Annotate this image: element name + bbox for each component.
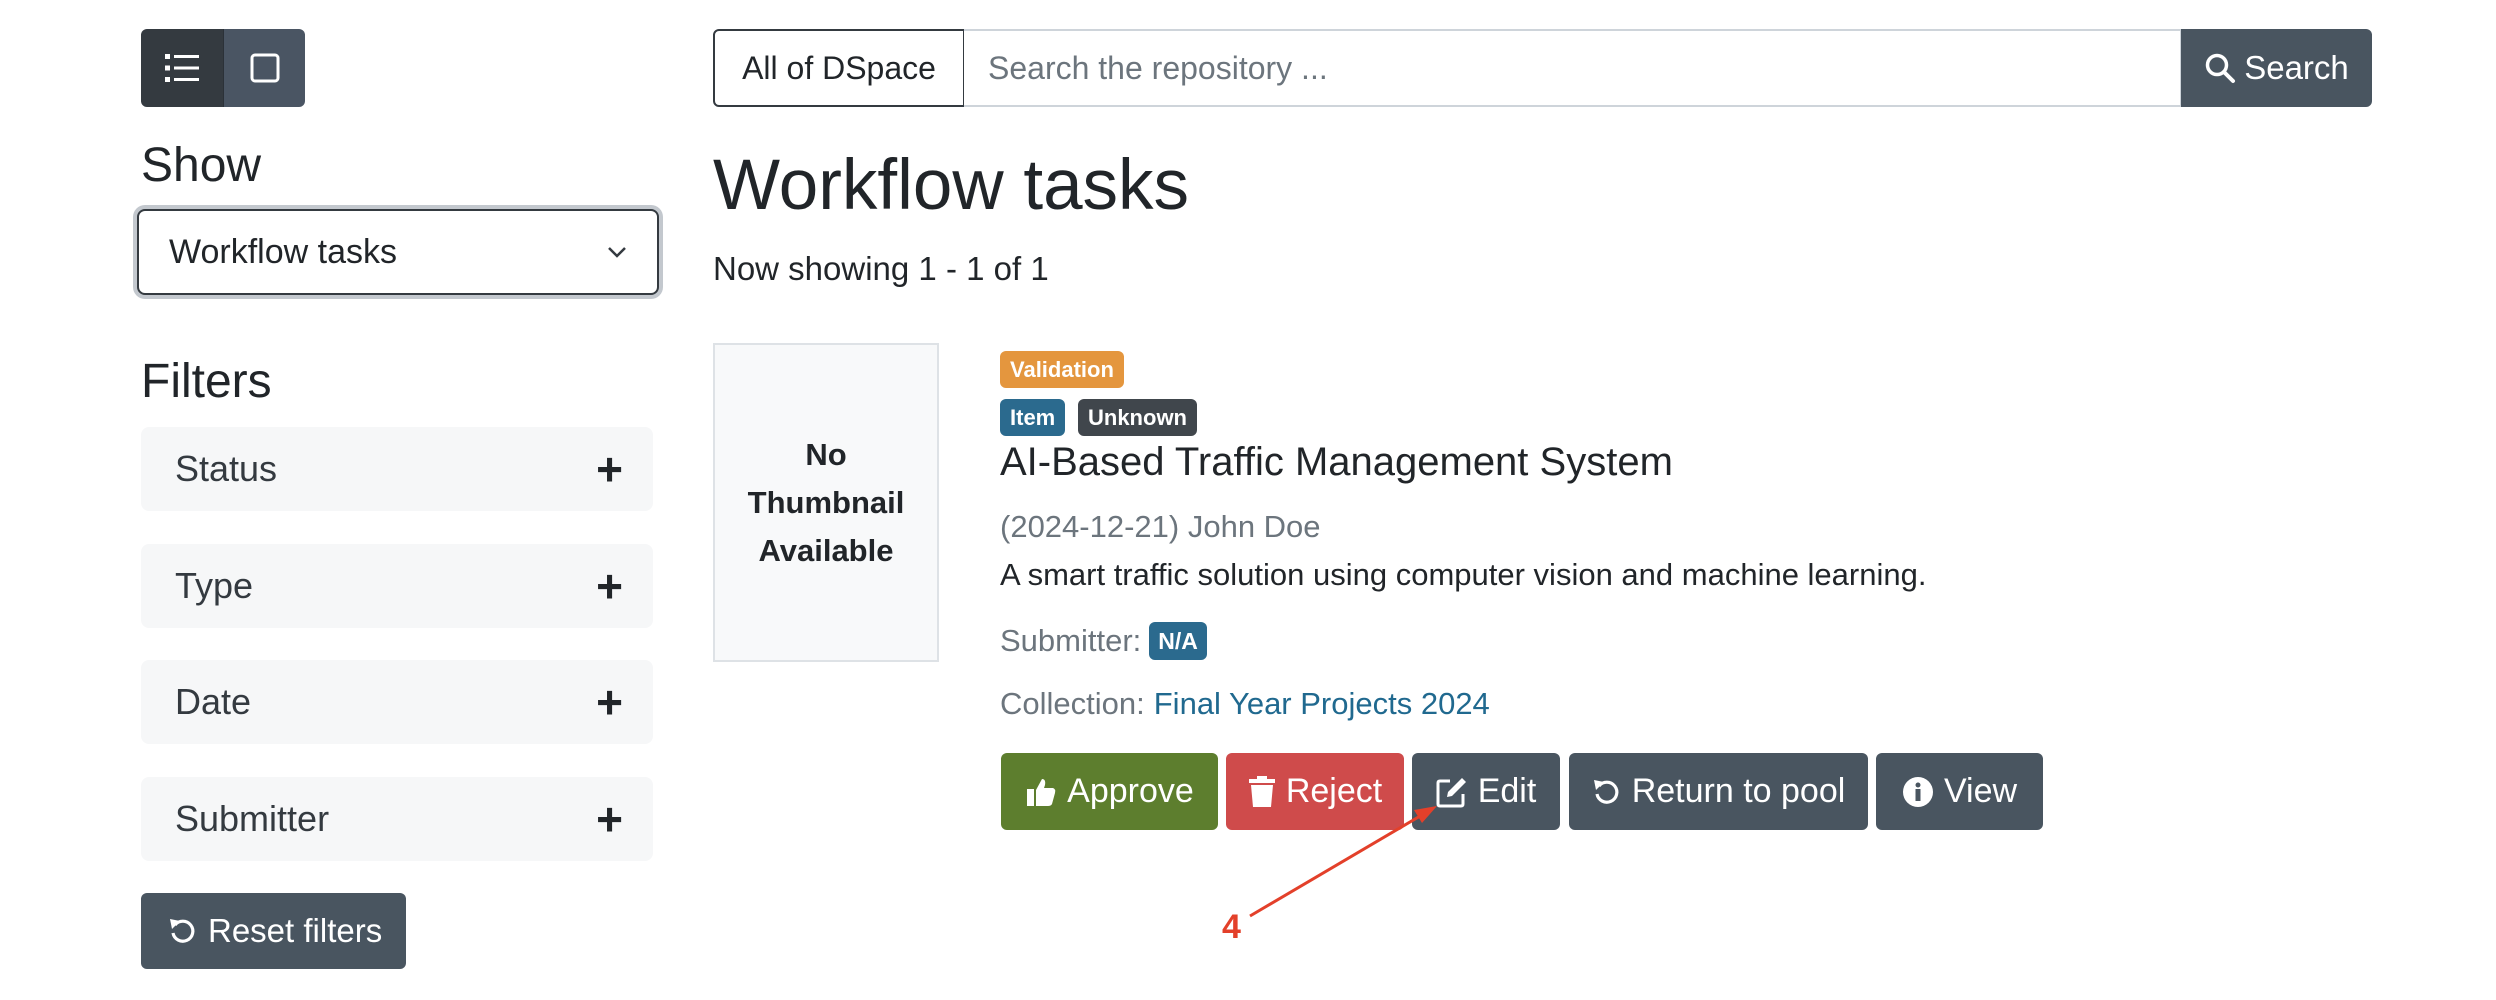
search-scope-button[interactable]: All of DSpace (713, 29, 965, 107)
undo-icon (1593, 779, 1619, 804)
results-count: Now showing 1 - 1 of 1 (713, 250, 1049, 287)
facet-submitter[interactable]: Submitter + (141, 777, 653, 861)
reset-filters-label: Reset filters (208, 912, 383, 949)
thumbnail-text-line: No (805, 436, 847, 472)
item-title[interactable]: AI-Based Traffic Management System (1000, 440, 1673, 485)
search-button[interactable]: Search (2181, 29, 2372, 107)
view-label: View (1943, 772, 2018, 810)
plus-icon: + (596, 676, 623, 728)
plus-icon: + (596, 560, 623, 612)
annotation-label: 4 (1222, 908, 1241, 946)
show-label: Show (141, 139, 262, 192)
collection-link[interactable]: Final Year Projects 2024 (1154, 686, 1490, 722)
edit-label: Edit (1477, 772, 1537, 810)
thumbnail-text-line: Available (758, 532, 894, 568)
search-input[interactable]: Search the repository ... (964, 29, 2182, 107)
return-label: Return to pool (1631, 772, 1846, 810)
edit-button[interactable]: Edit (1412, 753, 1560, 830)
reject-label: Reject (1285, 772, 1383, 810)
search-button-label: Search (2244, 49, 2349, 86)
search-icon (2205, 53, 2236, 83)
kind-badge: Unknown (1078, 399, 1197, 436)
grid-icon (250, 53, 279, 83)
submitter-label: Submitter: (1000, 623, 1142, 658)
return-to-pool-button[interactable]: Return to pool (1569, 753, 1868, 830)
submitter-row: Submitter: N/A (1000, 622, 1207, 660)
item-abstract: A smart traffic solution using computer … (1000, 557, 1927, 592)
thumbs-up-icon (1027, 778, 1056, 806)
item-date-author: (2024-12-21) John Doe (1000, 509, 1321, 544)
undo-icon (170, 919, 195, 943)
plus-icon: + (596, 793, 623, 845)
info-icon (1902, 776, 1933, 807)
collection-row: Collection: Final Year Projects 2024 (1000, 686, 1490, 722)
facet-type[interactable]: Type + (141, 544, 653, 628)
facet-label: Submitter (175, 798, 330, 839)
approve-label: Approve (1067, 772, 1194, 810)
show-select-value: Workflow tasks (169, 232, 397, 271)
facet-date[interactable]: Date + (141, 660, 653, 744)
facet-label: Type (175, 565, 254, 606)
chevron-down-icon (608, 247, 626, 258)
view-button[interactable]: View (1876, 753, 2043, 830)
view-mode-toggle (141, 29, 305, 107)
facet-label: Status (175, 448, 278, 489)
page-title: Workflow tasks (713, 146, 1190, 225)
no-thumbnail-placeholder: No Thumbnail Available (713, 343, 939, 662)
reset-filters-button[interactable]: Reset filters (141, 893, 406, 969)
collection-label: Collection: (1000, 686, 1145, 721)
submitter-badge: N/A (1149, 622, 1207, 660)
type-badge: Item (1000, 399, 1066, 436)
trash-icon (1248, 775, 1275, 807)
approve-button[interactable]: Approve (1001, 753, 1218, 830)
reject-button[interactable]: Reject (1226, 753, 1404, 830)
show-select[interactable]: Workflow tasks (137, 209, 659, 295)
filters-heading: Filters (141, 355, 272, 408)
edit-icon (1436, 777, 1466, 807)
facet-label: Date (175, 681, 252, 722)
facet-status[interactable]: Status + (141, 427, 653, 511)
grid-view-button[interactable] (223, 29, 305, 107)
list-icon (165, 54, 199, 82)
list-view-button[interactable] (141, 29, 223, 107)
status-badge: Validation (1000, 351, 1124, 388)
thumbnail-text-line: Thumbnail (747, 484, 905, 520)
plus-icon: + (596, 443, 623, 495)
